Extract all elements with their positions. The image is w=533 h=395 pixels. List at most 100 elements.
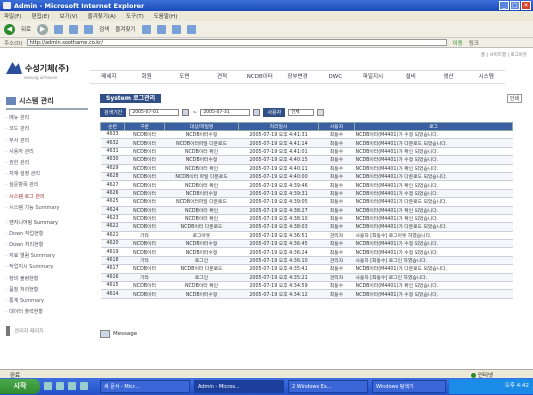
favorites-button[interactable]: 즐겨찾기 bbox=[115, 25, 135, 33]
history-icon[interactable] bbox=[156, 24, 166, 34]
sidebar-item[interactable]: · 자재 설정 관리 bbox=[6, 170, 88, 177]
sidebar-item[interactable]: · 장비 불량현황 bbox=[6, 275, 88, 282]
nav-item-equipment[interactable]: 설비 bbox=[392, 71, 430, 83]
table-row[interactable]: 4619 NCDB이터 NCDB이터수정 2005-07-19 오후 4:36:24 최… bbox=[100, 247, 513, 257]
table-row[interactable]: 4615 NCDB이터 NCDB이터 확인 2005-07-19 오후 4:34:59… bbox=[100, 281, 513, 291]
media-icon[interactable] bbox=[141, 24, 151, 34]
user-filter-select[interactable]: 전체 bbox=[288, 109, 315, 116]
nav-item-drawing[interactable]: 도면 bbox=[165, 71, 203, 83]
sidebar-item[interactable]: · 사용자 관리 bbox=[6, 148, 88, 155]
nav-item-change[interactable]: 장부변경 bbox=[279, 71, 317, 83]
column-header-date[interactable]: 처리일시 bbox=[238, 122, 319, 131]
sidebar-item[interactable]: · 권한 관리 bbox=[6, 159, 88, 166]
site-logo[interactable]: 수성기체(주) bbox=[6, 62, 69, 74]
sidebar-item[interactable]: · 부서 관리 bbox=[6, 137, 88, 144]
table-row[interactable]: 4621 기타 로그아웃 2005-07-19 오후 4:36:51 관리자 사용자 [최… bbox=[100, 231, 513, 241]
nav-item-message[interactable]: 메세지 bbox=[90, 71, 128, 83]
home-icon[interactable] bbox=[84, 24, 94, 34]
table-row[interactable]: 4626 NCDB이터 NCDB이터수정 2005-07-19 오후 4:39:31 최… bbox=[100, 189, 513, 199]
column-header-user[interactable]: 사용자 bbox=[318, 122, 355, 131]
menu-edit[interactable]: 편집(E) bbox=[32, 12, 50, 20]
table-row[interactable]: 4633 NCDB이터 NCDB이터수정 2005-07-19 오후 4:41:31 최… bbox=[100, 130, 513, 140]
menu-file[interactable]: 파일(F) bbox=[4, 12, 22, 20]
nav-item-system[interactable]: 시스템 bbox=[467, 71, 505, 83]
minimize-button[interactable]: _ bbox=[499, 1, 509, 10]
sidebar-item[interactable]: · 품질 처리현황 bbox=[6, 286, 88, 293]
search-button[interactable]: 검색 bbox=[99, 25, 109, 33]
stop-icon[interactable] bbox=[54, 24, 64, 34]
sidebar-item[interactable]: · 자료 열람 Summary bbox=[6, 252, 88, 259]
table-row[interactable]: 4618 기타 로그인 2005-07-19 오후 4:36:10 관리자 사용자 [최동… bbox=[100, 256, 513, 266]
taskbar-item-active[interactable]: Admin - Micros... bbox=[194, 380, 284, 393]
sidebar-item[interactable]: · Down 작업현황 bbox=[6, 230, 88, 237]
column-header-target[interactable]: 대상/파일명 bbox=[164, 122, 239, 131]
quicklaunch-icon[interactable] bbox=[68, 382, 76, 390]
column-header-type[interactable]: 구분 bbox=[124, 122, 165, 131]
table-row[interactable]: 4632 NCDB이터 NCDB이터파일 다운로드 2005-07-19 오후 4:4… bbox=[100, 138, 513, 148]
forward-arrow-icon[interactable]: ▶ bbox=[37, 23, 49, 35]
taskbar-item[interactable]: 새 문서 - Micr... bbox=[100, 380, 190, 393]
menu-help[interactable]: 도움말(H) bbox=[154, 12, 178, 20]
print-button[interactable]: 인쇄 bbox=[506, 94, 522, 103]
top-links[interactable]: 홈 | 사이트맵 | 로그아웃 bbox=[481, 52, 527, 58]
menu-favorites[interactable]: 즐겨찾기(A) bbox=[88, 12, 116, 20]
nav-item-estimate[interactable]: 견적 bbox=[203, 71, 241, 83]
sidebar-item[interactable]: · 통계 Summary bbox=[6, 297, 88, 304]
table-row[interactable]: 4625 NCDB이터 NCDB이터파일 다운로드 2005-07-19 오후 4:3… bbox=[100, 197, 513, 207]
quicklaunch-icon[interactable] bbox=[80, 382, 88, 390]
table-row[interactable]: 4623 NCDB이터 NCDB이터 확인 2005-07-19 오후 4:38:10… bbox=[100, 214, 513, 224]
date-from-input[interactable]: 2005-07-01 bbox=[129, 109, 180, 116]
nav-item-member[interactable]: 회원 bbox=[128, 71, 166, 83]
search-icon[interactable] bbox=[317, 109, 325, 116]
table-row[interactable]: 4617 NCDB이터 NCDB이터 다운로드 2005-07-19 오후 4:35:… bbox=[100, 264, 513, 274]
go-button[interactable]: 이동 bbox=[453, 39, 463, 47]
sidebar-item[interactable]: · 메뉴 관리 bbox=[6, 114, 88, 121]
sidebar-group-title[interactable]: · 엔지니어링 Summary bbox=[6, 219, 88, 226]
back-button[interactable]: 뒤로 bbox=[21, 25, 31, 33]
taskbar-item[interactable]: 2 Windows Ex... bbox=[288, 380, 368, 393]
sidebar-item[interactable]: · 작업지시 Summary bbox=[6, 263, 88, 270]
table-row[interactable]: 4631 NCDB이터 NCDB이터 확인 2005-07-19 오후 4:41:01… bbox=[100, 147, 513, 157]
mail-icon[interactable] bbox=[171, 24, 181, 34]
start-button[interactable]: 시작 bbox=[0, 379, 40, 394]
sidebar-item[interactable]: · Down 처리현황 bbox=[6, 241, 88, 248]
nav-item-production[interactable]: 생산 bbox=[430, 71, 468, 83]
cell-log: 사용자 [최동수] 로그아웃 하였습니다. bbox=[354, 231, 513, 241]
back-arrow-icon[interactable]: ◀ bbox=[4, 23, 15, 35]
nav-item-dwc[interactable]: DWC bbox=[316, 71, 354, 83]
sidebar-item[interactable]: · 시스템 기능 Summary bbox=[6, 204, 88, 211]
menu-tools[interactable]: 도구(T) bbox=[126, 12, 144, 20]
quicklaunch-icon[interactable] bbox=[56, 382, 64, 390]
address-input[interactable]: http://admin.sootharne.co.kr/ bbox=[26, 39, 447, 46]
menu-view[interactable]: 보기(V) bbox=[59, 12, 77, 20]
calendar-icon[interactable] bbox=[253, 109, 261, 116]
nav-item-ncdata[interactable]: NCDB이터 bbox=[241, 71, 279, 83]
date-to-input[interactable]: 2005-07-31 bbox=[200, 109, 251, 116]
sidebar-item-active[interactable]: · 시스템 로그 관리 bbox=[6, 193, 88, 200]
table-row[interactable]: 4614 NCDB이터 NCDB이터수정 2005-07-19 오후 4:34:12 최… bbox=[100, 289, 513, 299]
refresh-icon[interactable] bbox=[69, 24, 79, 34]
maximize-button[interactable]: □ bbox=[510, 1, 520, 10]
table-row[interactable]: 4624 NCDB이터 NCDB이터 확인 2005-07-19 오후 4:38:27… bbox=[100, 206, 513, 215]
table-row[interactable]: 4629 NCDB이터 NCDB이터 확인 2005-07-19 오후 4:40:11… bbox=[100, 164, 513, 173]
quicklaunch-icon[interactable] bbox=[44, 382, 52, 390]
table-row[interactable]: 4628 NCDB이터 NCDB이터 파일 다운로드 2005-07-19 오후 4:… bbox=[100, 172, 513, 182]
clock[interactable]: 오후 4:42 bbox=[505, 383, 529, 389]
links-button[interactable]: 링크 bbox=[469, 39, 479, 47]
print-icon[interactable] bbox=[186, 24, 196, 34]
table-row[interactable]: 4630 NCDB이터 NCDB이터수정 2005-07-19 오후 4:40:15 최… bbox=[100, 155, 513, 165]
close-button[interactable]: ✕ bbox=[521, 1, 531, 10]
cell-type: NCDB이터 bbox=[124, 172, 165, 182]
calendar-icon[interactable] bbox=[182, 109, 190, 116]
column-header-log[interactable]: 로그 bbox=[354, 122, 513, 131]
sidebar-item[interactable]: · 데이터 출력현황 bbox=[6, 308, 88, 315]
table-row[interactable]: 4627 NCDB이터 NCDB이터 확인 2005-07-19 오후 4:39:46… bbox=[100, 180, 513, 190]
column-header-no[interactable]: 순번 bbox=[100, 122, 125, 131]
table-row[interactable]: 4616 기타 로그인 2005-07-19 오후 4:35:21 관리자 사용자 [최동… bbox=[100, 273, 513, 283]
taskbar-item[interactable]: Windows 탐색기 bbox=[372, 380, 446, 393]
table-row[interactable]: 4622 NCDB이터 NCDB이터 다운로드 2005-07-19 오후 4:38:… bbox=[100, 222, 513, 232]
sidebar-item[interactable]: · 설문항목 관리 bbox=[6, 181, 88, 188]
sidebar-item[interactable]: · 코드 관리 bbox=[6, 125, 88, 132]
table-row[interactable]: 4620 NCDB이터 NCDB이터수정 2005-07-19 오후 4:36:45 최… bbox=[100, 239, 513, 249]
nav-item-workorder[interactable]: 파일지시 bbox=[354, 71, 392, 83]
